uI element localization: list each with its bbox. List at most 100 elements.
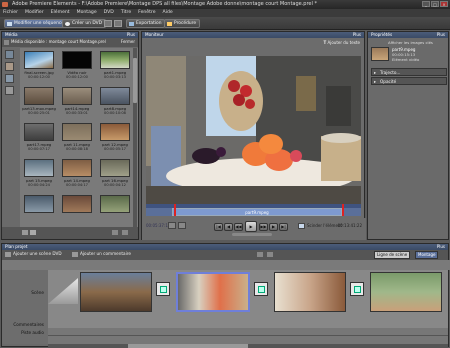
audio-filter-icon[interactable] (5, 62, 14, 71)
menu-edit[interactable]: Modifier (25, 9, 44, 17)
media-item[interactable]: part 11.mpeg 00:00:08:18 (60, 122, 94, 158)
menu-window[interactable]: Fenêtre (138, 9, 155, 17)
image-filter-icon[interactable] (5, 74, 14, 83)
media-item[interactable]: part 14.mpeg 00:00:04:17 (60, 158, 94, 194)
add-text-button[interactable]: T Ajouter du texte (324, 40, 361, 45)
menu-montage[interactable]: Montage (77, 9, 97, 17)
divider (48, 335, 448, 336)
media-panel-title: Média (5, 32, 18, 37)
media-item[interactable]: part 12.mpeg 00:00:05:17 (98, 122, 132, 158)
menu-file[interactable]: Fichier (3, 9, 18, 17)
media-item[interactable] (98, 194, 132, 230)
minimize-icon[interactable]: _ (422, 1, 430, 7)
media-scrollbar[interactable] (133, 48, 137, 228)
go-to-end-button[interactable]: ▶| (279, 223, 288, 231)
export-button[interactable]: Exportation (126, 19, 166, 28)
video-filter-icon[interactable] (5, 50, 14, 59)
add-dvd-scene-button[interactable]: Ajouter une scène DVD (13, 251, 62, 256)
safe-margins-icon[interactable] (178, 222, 186, 229)
trash-icon[interactable] (122, 230, 128, 235)
scroll-thumb[interactable] (128, 344, 248, 348)
expand-icon[interactable]: ▸ (374, 78, 376, 85)
menu-help[interactable]: Aide (163, 9, 173, 17)
thumbnail (62, 195, 92, 213)
playhead[interactable] (174, 204, 176, 216)
opacity-property[interactable]: ▸ Opacité (371, 77, 447, 85)
media-item[interactable]: part 16.mpeg 00:00:04:12 (98, 158, 132, 194)
timeline-scrollbar[interactable] (48, 344, 448, 348)
procedure-button[interactable]: Procédure (164, 19, 201, 28)
media-item[interactable]: part17.mpeg 00:00:07:17 (22, 122, 56, 158)
media-item[interactable]: part13.mov.mpeg 00:00:25:01 (22, 86, 56, 122)
list-view-icon[interactable] (22, 230, 28, 235)
track-labels: Scène Commentaires Piste audio (2, 270, 48, 344)
scroll-thumb[interactable] (133, 58, 137, 103)
show-keyframes-toggle[interactable]: Afficher les images clés (388, 40, 433, 45)
scene-clip[interactable] (370, 272, 442, 312)
close-icon[interactable]: × (440, 1, 448, 7)
shuttle-slider[interactable] (232, 233, 272, 236)
clip-scrubber[interactable]: part9.mpeg (146, 204, 361, 216)
media-item[interactable]: Vidéo noir 00:00:12:00 (60, 50, 94, 86)
delete-icon[interactable] (267, 252, 273, 257)
media-item[interactable] (60, 194, 94, 230)
media-item[interactable]: part14.mpeg 00:00:33:01 (60, 86, 94, 122)
step-back-button[interactable]: ◀ (224, 223, 233, 231)
play-button[interactable]: ▶ (245, 221, 257, 232)
rewind-button[interactable]: ◀◀ (234, 223, 243, 231)
go-to-start-button[interactable]: |◀ (214, 223, 223, 231)
transition-icon[interactable] (156, 282, 170, 296)
thumbnail (24, 87, 54, 105)
scene-clip[interactable] (274, 272, 346, 312)
text-tool-icon: T (323, 40, 327, 45)
new-folder-icon[interactable] (112, 230, 118, 235)
transition-icon[interactable] (254, 282, 268, 296)
audio-track-label: Piste audio (21, 330, 44, 335)
folder-filter-icon[interactable] (5, 86, 14, 95)
zoom-icon[interactable] (257, 252, 263, 257)
dvd-marker-icon[interactable] (5, 252, 11, 257)
out-point-marker[interactable] (342, 204, 344, 216)
media-item[interactable]: final-screen.jpg 00:00:12:00 (22, 50, 56, 86)
monitor-more-menu[interactable]: Plus (353, 32, 361, 38)
media-item[interactable]: part8.mpeg 00:00:10:08 (98, 86, 132, 122)
scene-clip-selected[interactable] (176, 272, 250, 312)
media-close-button[interactable]: Fermer (121, 39, 135, 44)
scene-clip[interactable] (80, 272, 152, 312)
media-item-duration: 00:00:04:12 (104, 183, 126, 187)
capture-icon[interactable] (104, 20, 112, 27)
thumbnail (24, 123, 54, 141)
media-item[interactable]: part1.mpeg 00:00:03:13 (98, 50, 132, 86)
media-item[interactable]: part 15.mpeg 00:00:04:24 (22, 158, 56, 194)
comment-icon[interactable] (72, 252, 78, 257)
motion-property[interactable]: ▸ Trajecto... (371, 68, 447, 76)
media-subheader: Média disponible : montage court Montage… (2, 38, 138, 47)
menu-dvd[interactable]: DVD (104, 9, 114, 17)
tab-scene-line[interactable]: Ligne de scène (374, 251, 411, 259)
transition-icon[interactable] (350, 282, 364, 296)
add-comment-button[interactable]: Ajouter un commentaire (80, 251, 131, 256)
folder-icon[interactable] (4, 40, 9, 45)
tab-montage[interactable]: Montage (415, 251, 439, 259)
dvd-icon (65, 21, 70, 26)
media-item-duration: 00:00:08:18 (66, 147, 88, 151)
scissors-icon[interactable] (298, 223, 305, 229)
create-dvd-button[interactable]: Créer un DVD (62, 19, 107, 28)
step-forward-button[interactable]: ▶ (269, 223, 278, 231)
icon-view-icon[interactable] (30, 230, 36, 235)
snap-icon[interactable] (168, 222, 176, 229)
maximize-icon[interactable]: □ (431, 1, 439, 7)
media-item[interactable] (22, 194, 56, 230)
motion-label: Trajecto... (380, 70, 401, 75)
edit-sequence-label: Modifier une séquence (14, 21, 64, 26)
menu-title[interactable]: Titre (121, 9, 131, 17)
expand-icon[interactable]: ▸ (374, 69, 376, 76)
fast-forward-button[interactable]: ▶▶ (259, 223, 268, 231)
clip-bar[interactable]: part9.mpeg (172, 208, 342, 216)
add-media-icon[interactable] (114, 20, 122, 27)
properties-more-menu[interactable]: Plus (437, 32, 445, 38)
export-icon (129, 21, 134, 26)
menu-element[interactable]: Elément (51, 9, 70, 17)
edit-sequence-button[interactable]: Modifier une séquence (4, 19, 68, 28)
title-bar: Adobe Premiere Elements - F:\Adobe Premi… (0, 0, 450, 9)
